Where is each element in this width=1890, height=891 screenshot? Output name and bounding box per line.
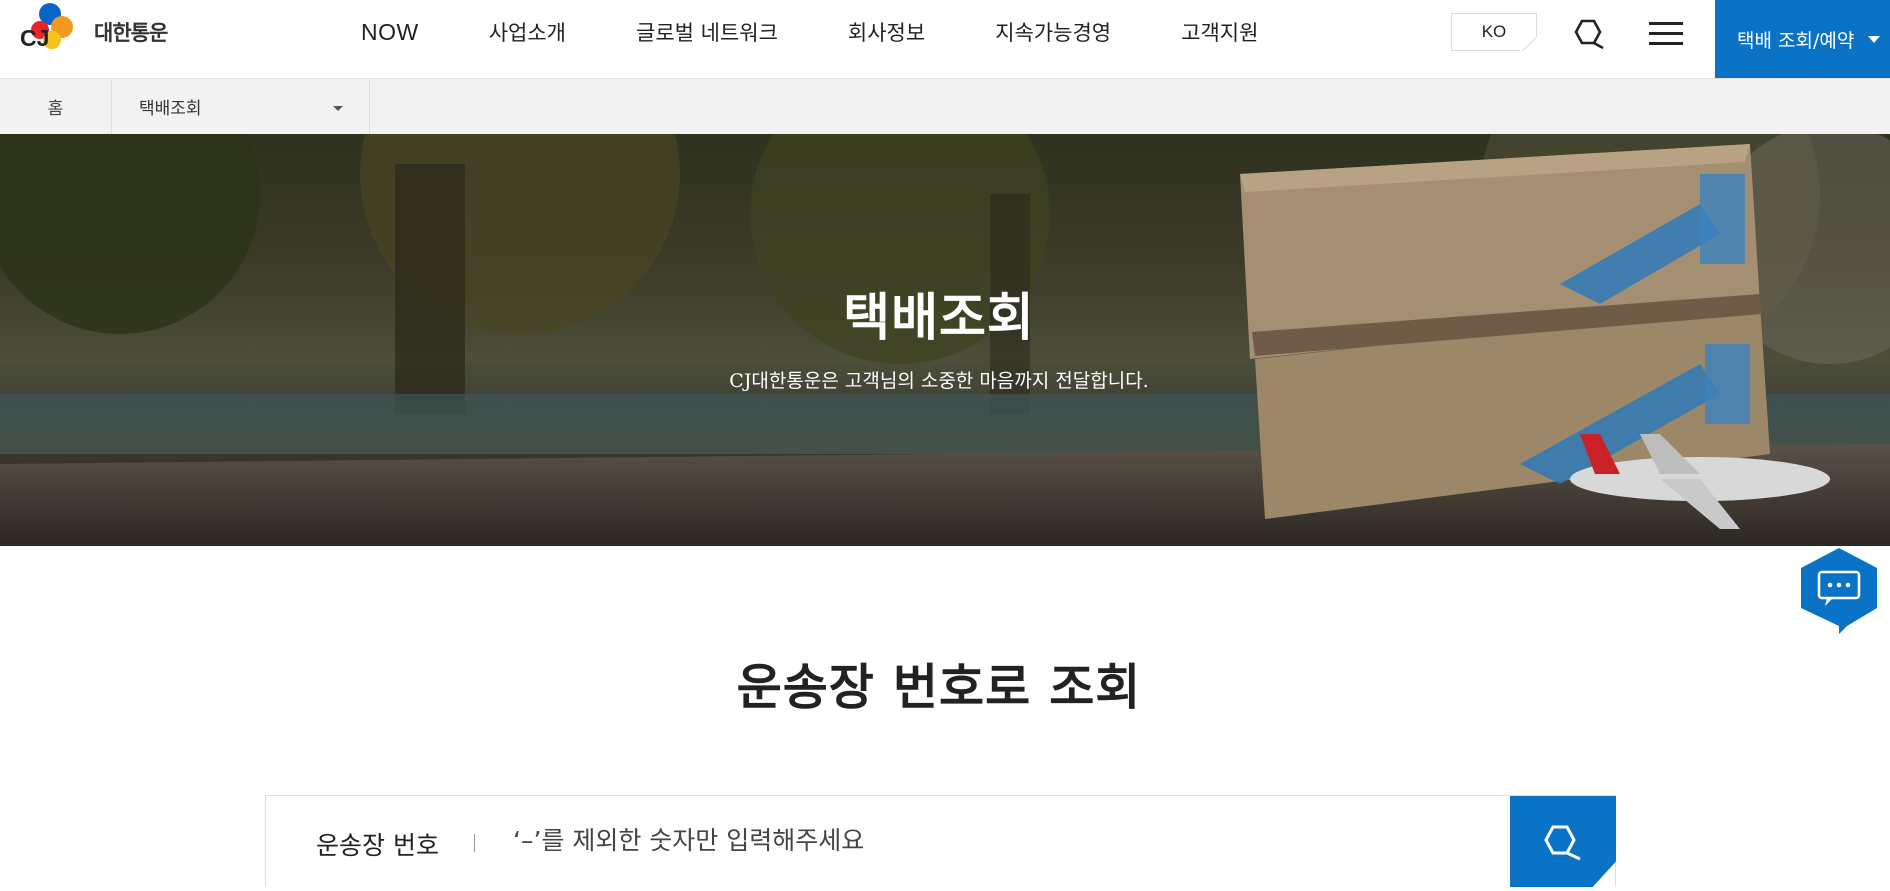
breadcrumb: 홈 택배조회 xyxy=(0,78,1890,134)
language-selector-fold xyxy=(1520,37,1537,51)
hero-banner: 택배조회 CJ대한통운은 고객님의 소중한 마음까지 전달합니다. xyxy=(0,134,1890,546)
breadcrumb-home[interactable]: 홈 xyxy=(0,79,112,134)
parcel-track-reserve-label: 택배 조회/예약 xyxy=(1737,29,1855,52)
cj-logo[interactable]: CJ 대한통운 xyxy=(20,0,168,64)
hamburger-menu-icon[interactable] xyxy=(1649,22,1683,46)
search-icon[interactable] xyxy=(1572,17,1606,51)
svg-text:CJ: CJ xyxy=(20,25,49,51)
nav-item-now[interactable]: NOW xyxy=(361,19,419,46)
nav-item-sustainability[interactable]: 지속가능경영 xyxy=(995,17,1111,47)
label-divider xyxy=(474,834,475,852)
cj-logo-mark: CJ xyxy=(20,0,90,64)
parcel-track-reserve-button[interactable]: 택배 조회/예약 xyxy=(1715,0,1890,78)
breadcrumb-current-select[interactable]: 택배조회 xyxy=(112,79,370,134)
chevron-down-icon xyxy=(1868,35,1881,43)
breadcrumb-current-label: 택배조회 xyxy=(139,99,202,119)
tracking-search-button[interactable] xyxy=(1510,796,1616,887)
tracking-number-input[interactable] xyxy=(513,820,1273,860)
tracking-search-box: 운송장 번호 xyxy=(265,795,1616,887)
chat-icon[interactable] xyxy=(1799,546,1879,634)
hero-subtitle: CJ대한통운은 고객님의 소중한 마음까지 전달합니다. xyxy=(729,370,1149,392)
search-icon xyxy=(1544,825,1581,861)
section-title: 운송장 번호로 조회 xyxy=(736,659,1142,716)
nav-item-customer-support[interactable]: 고객지원 xyxy=(1181,17,1258,47)
logo-text: 대한통운 xyxy=(94,21,168,45)
nav-item-business[interactable]: 사업소개 xyxy=(489,17,566,47)
nav-item-global-network[interactable]: 글로벌 네트워크 xyxy=(636,17,778,47)
caret-down-icon xyxy=(333,106,343,111)
tracking-number-label: 운송장 번호 xyxy=(316,831,439,860)
nav-item-company[interactable]: 회사정보 xyxy=(848,17,925,47)
global-nav: NOW 사업소개 글로벌 네트워크 회사정보 지속가능경영 고객지원 xyxy=(361,0,1328,64)
site-header: CJ 대한통운 NOW 사업소개 글로벌 네트워크 회사정보 지속가능경영 고객… xyxy=(0,0,1890,78)
hero-title: 택배조회 xyxy=(843,289,1035,348)
